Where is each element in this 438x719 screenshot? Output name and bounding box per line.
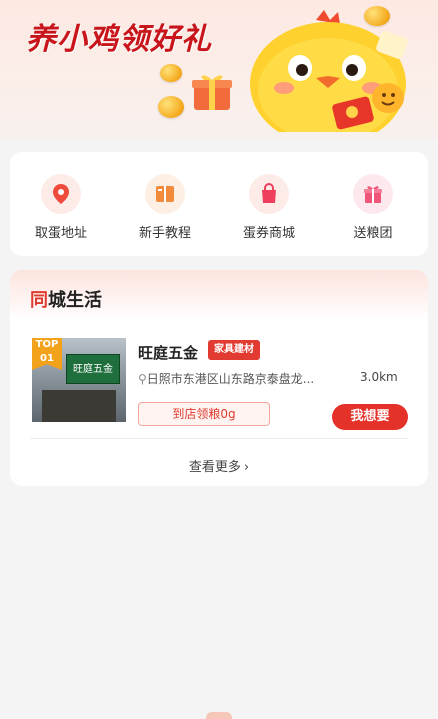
- menu-item-label: 送粮团: [353, 226, 393, 241]
- section-title-rest: 城生活: [48, 290, 102, 311]
- coin-icon: [160, 64, 182, 82]
- divider: [30, 438, 408, 439]
- banner-title: 养小鸡领好礼: [26, 22, 212, 57]
- shopping-bag-icon: [249, 174, 289, 214]
- store-category-badge: 家具建材: [208, 340, 260, 360]
- menu-item-label: 蛋券商城: [242, 226, 295, 241]
- chick-mascot-icon: [250, 10, 408, 132]
- store-door: [42, 390, 116, 422]
- store-thumbnail[interactable]: 旺庭五金 TOP 01: [32, 338, 126, 422]
- rank-badge: TOP 01: [32, 338, 62, 370]
- store-address: ⚲日照市东港区山东路京泰盘龙...: [138, 370, 354, 387]
- menu-item-coupon-mall[interactable]: 蛋券商城: [224, 174, 314, 241]
- rank-badge-number: 01: [40, 353, 54, 364]
- menu-item-label: 新手教程: [138, 226, 191, 241]
- coin-icon: [158, 96, 184, 118]
- top-banner: 养小鸡领好礼: [0, 0, 438, 140]
- quick-menu: 取蛋地址 新手教程 蛋券商城 送粮团: [10, 152, 428, 256]
- menu-item-tutorial[interactable]: 新手教程: [120, 174, 210, 241]
- want-button[interactable]: 我想要: [332, 404, 408, 430]
- store-coupon: 到店领粮0g: [138, 402, 270, 426]
- store-name[interactable]: 旺庭五金: [138, 342, 198, 363]
- menu-item-pickup-address[interactable]: 取蛋地址: [16, 174, 106, 241]
- menu-item-label: 取蛋地址: [34, 226, 87, 241]
- location-pin-icon: [41, 174, 81, 214]
- view-more-label: 查看更多: [188, 460, 241, 475]
- section-title-accent: 同: [30, 290, 48, 311]
- bottom-handle: [206, 712, 232, 719]
- store-address-text: 日照市东港区山东路京泰盘龙...: [146, 372, 315, 386]
- same-city-life-section: 同城生活 旺庭五金 TOP 01 旺庭五金 家具建材 ⚲日照市东港区山东路京泰盘…: [10, 270, 428, 486]
- book-icon: [145, 174, 185, 214]
- gift-box-icon: [192, 75, 232, 110]
- section-title: 同城生活: [30, 286, 102, 312]
- store-distance: 3.0km: [360, 370, 398, 384]
- location-pin-icon: ⚲: [138, 372, 147, 386]
- chevron-right-icon: ›: [243, 460, 250, 475]
- store-sign: 旺庭五金: [66, 354, 120, 384]
- view-more-link[interactable]: 查看更多 ›: [10, 456, 428, 475]
- rank-badge-top: TOP: [35, 339, 59, 350]
- gift-icon: [353, 174, 393, 214]
- menu-item-food-group[interactable]: 送粮团: [328, 174, 418, 241]
